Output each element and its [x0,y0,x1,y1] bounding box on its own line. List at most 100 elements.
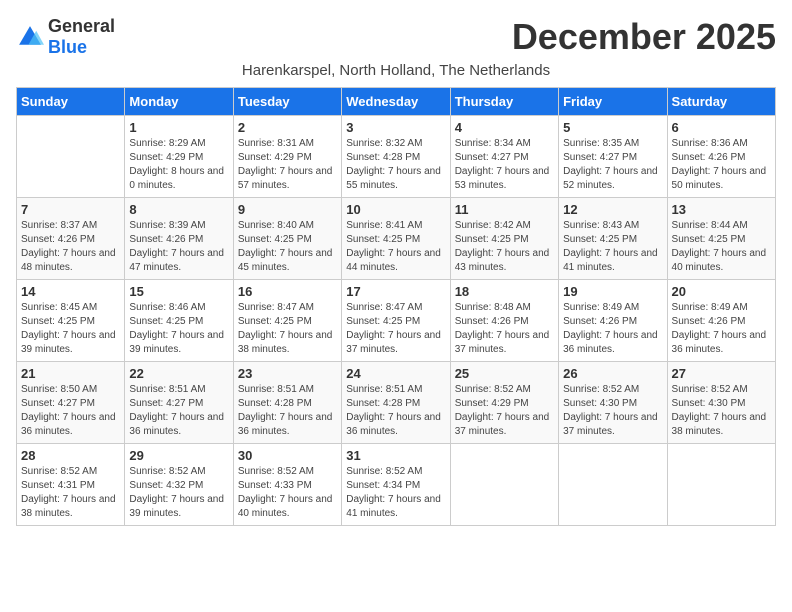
calendar-cell: 12Sunrise: 8:43 AMSunset: 4:25 PMDayligh… [559,198,667,280]
calendar-cell: 11 Sunrise: 8:42 AMSunset: 4:25 PMDayligh… [450,198,558,280]
day-number: 26 [563,366,662,381]
cell-info: Sunrise: 8:52 AMSunset: 4:29 PMDaylight:… [455,383,554,439]
cell-info: Sunrise: 8:37 AMSunset: 4:26 PMDaylight:… [21,219,120,275]
cell-info: Sunrise: 8:47 AMSunset: 4:25 PMDaylight:… [346,301,445,357]
day-number: 10 [346,202,445,217]
page-header: General Blue December 2025 [16,16,776,58]
day-number: 18 [455,284,554,299]
calendar-cell: 27 Sunrise: 8:52 AMSunset: 4:30 PMDayligh… [667,362,775,444]
calendar-cell: 21Sunrise: 8:50 AMSunset: 4:27 PMDayligh… [17,362,125,444]
week-row-2: 14Sunrise: 8:45 AMSunset: 4:25 PMDayligh… [17,280,776,362]
calendar-cell [559,444,667,526]
day-number: 11 [455,202,554,217]
cell-info: Sunrise: 8:51 AMSunset: 4:27 PMDaylight:… [129,383,228,439]
header-day-thursday: Thursday [450,88,558,116]
day-number: 29 [129,448,228,463]
calendar-cell: 2 Sunrise: 8:31 AMSunset: 4:29 PMDaylight… [233,116,341,198]
cell-info: Sunrise: 8:48 AMSunset: 4:26 PMDaylight:… [455,301,554,357]
day-number: 19 [563,284,662,299]
month-title: December 2025 [512,16,776,58]
cell-info: Sunrise: 8:52 AMSunset: 4:32 PMDaylight:… [129,465,228,521]
cell-info: Sunrise: 8:50 AMSunset: 4:27 PMDaylight:… [21,383,120,439]
calendar-cell: 22 Sunrise: 8:51 AMSunset: 4:27 PMDayligh… [125,362,233,444]
calendar-cell: 15 Sunrise: 8:46 AMSunset: 4:25 PMDayligh… [125,280,233,362]
logo-general: General [48,16,115,36]
location-subtitle: Harenkarspel, North Holland, The Netherl… [16,62,776,79]
cell-info: Sunrise: 8:52 AMSunset: 4:30 PMDaylight:… [672,383,771,439]
cell-info: Sunrise: 8:31 AMSunset: 4:29 PMDaylight:… [238,137,337,193]
day-number: 8 [129,202,228,217]
cell-info: Sunrise: 8:32 AMSunset: 4:28 PMDaylight:… [346,137,445,193]
cell-info: Sunrise: 8:40 AMSunset: 4:25 PMDaylight:… [238,219,337,275]
cell-info: Sunrise: 8:51 AMSunset: 4:28 PMDaylight:… [238,383,337,439]
calendar-cell: 9Sunrise: 8:40 AMSunset: 4:25 PMDaylight… [233,198,341,280]
header-row: SundayMondayTuesdayWednesdayThursdayFrid… [17,88,776,116]
calendar-cell: 5Sunrise: 8:35 AMSunset: 4:27 PMDaylight… [559,116,667,198]
day-number: 28 [21,448,120,463]
day-number: 20 [672,284,771,299]
week-row-0: 1 Sunrise: 8:29 AMSunset: 4:29 PMDaylight… [17,116,776,198]
logo-icon [16,23,44,51]
day-number: 15 [129,284,228,299]
day-number: 7 [21,202,120,217]
cell-info: Sunrise: 8:47 AMSunset: 4:25 PMDaylight:… [238,301,337,357]
cell-info: Sunrise: 8:41 AMSunset: 4:25 PMDaylight:… [346,219,445,275]
cell-info: Sunrise: 8:52 AMSunset: 4:33 PMDaylight:… [238,465,337,521]
cell-info: Sunrise: 8:52 AMSunset: 4:30 PMDaylight:… [563,383,662,439]
week-row-3: 21Sunrise: 8:50 AMSunset: 4:27 PMDayligh… [17,362,776,444]
calendar-cell: 28 Sunrise: 8:52 AMSunset: 4:31 PMDayligh… [17,444,125,526]
calendar-cell: 30 Sunrise: 8:52 AMSunset: 4:33 PMDayligh… [233,444,341,526]
cell-info: Sunrise: 8:39 AMSunset: 4:26 PMDaylight:… [129,219,228,275]
calendar-cell [450,444,558,526]
calendar-cell: 24Sunrise: 8:51 AMSunset: 4:28 PMDayligh… [342,362,450,444]
day-number: 1 [129,120,228,135]
header-day-friday: Friday [559,88,667,116]
day-number: 25 [455,366,554,381]
header-day-wednesday: Wednesday [342,88,450,116]
day-number: 30 [238,448,337,463]
day-number: 23 [238,366,337,381]
calendar-cell: 23 Sunrise: 8:51 AMSunset: 4:28 PMDayligh… [233,362,341,444]
cell-info: Sunrise: 8:52 AMSunset: 4:31 PMDaylight:… [21,465,120,521]
calendar-cell: 14Sunrise: 8:45 AMSunset: 4:25 PMDayligh… [17,280,125,362]
calendar-cell: 7 Sunrise: 8:37 AMSunset: 4:26 PMDaylight… [17,198,125,280]
week-row-4: 28 Sunrise: 8:52 AMSunset: 4:31 PMDayligh… [17,444,776,526]
calendar-cell: 4 Sunrise: 8:34 AMSunset: 4:27 PMDaylight… [450,116,558,198]
cell-info: Sunrise: 8:34 AMSunset: 4:27 PMDaylight:… [455,137,554,193]
day-number: 27 [672,366,771,381]
calendar-cell: 13Sunrise: 8:44 AMSunset: 4:25 PMDayligh… [667,198,775,280]
calendar-cell: 16 Sunrise: 8:47 AMSunset: 4:25 PMDayligh… [233,280,341,362]
cell-info: Sunrise: 8:51 AMSunset: 4:28 PMDaylight:… [346,383,445,439]
logo: General Blue [16,16,115,58]
day-number: 22 [129,366,228,381]
day-number: 2 [238,120,337,135]
calendar-cell: 6Sunrise: 8:36 AMSunset: 4:26 PMDaylight… [667,116,775,198]
header-day-saturday: Saturday [667,88,775,116]
cell-info: Sunrise: 8:35 AMSunset: 4:27 PMDaylight:… [563,137,662,193]
day-number: 16 [238,284,337,299]
cell-info: Sunrise: 8:36 AMSunset: 4:26 PMDaylight:… [672,137,771,193]
cell-info: Sunrise: 8:29 AMSunset: 4:29 PMDaylight:… [129,137,228,193]
calendar-cell: 3 Sunrise: 8:32 AMSunset: 4:28 PMDaylight… [342,116,450,198]
calendar-cell: 29 Sunrise: 8:52 AMSunset: 4:32 PMDayligh… [125,444,233,526]
calendar-cell [17,116,125,198]
logo-blue: Blue [48,37,87,57]
day-number: 31 [346,448,445,463]
calendar-cell: 8 Sunrise: 8:39 AMSunset: 4:26 PMDaylight… [125,198,233,280]
cell-info: Sunrise: 8:46 AMSunset: 4:25 PMDaylight:… [129,301,228,357]
calendar-cell: 1 Sunrise: 8:29 AMSunset: 4:29 PMDaylight… [125,116,233,198]
calendar-cell: 19 Sunrise: 8:49 AMSunset: 4:26 PMDayligh… [559,280,667,362]
day-number: 4 [455,120,554,135]
day-number: 12 [563,202,662,217]
day-number: 13 [672,202,771,217]
calendar-cell: 17 Sunrise: 8:47 AMSunset: 4:25 PMDayligh… [342,280,450,362]
day-number: 17 [346,284,445,299]
cell-info: Sunrise: 8:42 AMSunset: 4:25 PMDaylight:… [455,219,554,275]
cell-info: Sunrise: 8:49 AMSunset: 4:26 PMDaylight:… [563,301,662,357]
calendar-cell: 20Sunrise: 8:49 AMSunset: 4:26 PMDayligh… [667,280,775,362]
calendar-cell: 26 Sunrise: 8:52 AMSunset: 4:30 PMDayligh… [559,362,667,444]
day-number: 3 [346,120,445,135]
calendar-cell: 25 Sunrise: 8:52 AMSunset: 4:29 PMDayligh… [450,362,558,444]
week-row-1: 7 Sunrise: 8:37 AMSunset: 4:26 PMDaylight… [17,198,776,280]
header-day-tuesday: Tuesday [233,88,341,116]
